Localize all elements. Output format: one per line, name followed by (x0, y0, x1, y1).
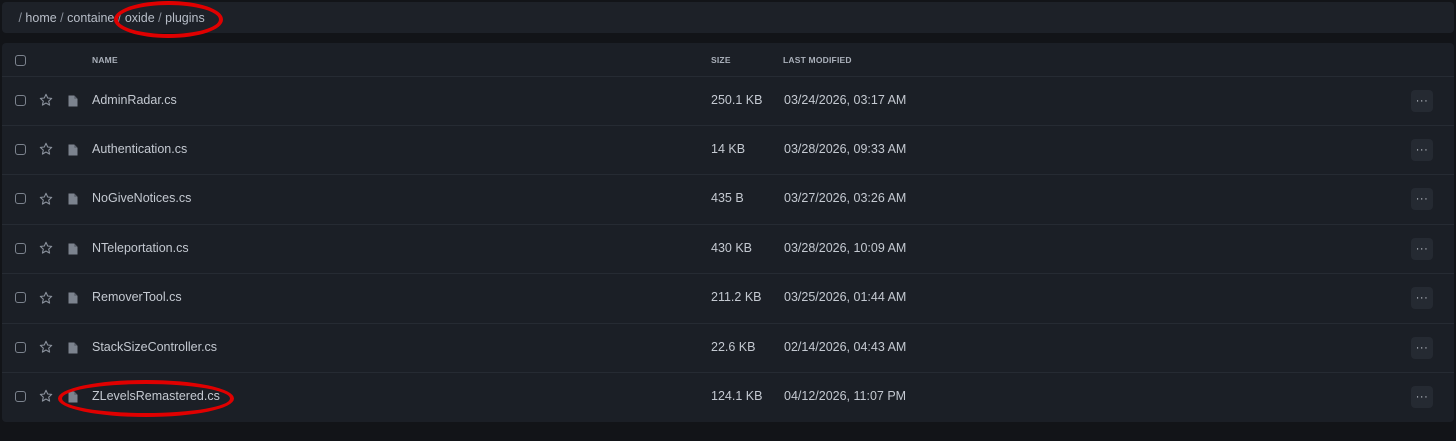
file-icon (68, 192, 78, 205)
breadcrumb-plugins[interactable]: plugins (165, 11, 205, 25)
star-icon[interactable] (39, 389, 53, 403)
table-row[interactable]: NoGiveNotices.cs 435 B 03/27/2026, 03:26 A… (2, 175, 1454, 225)
breadcrumb-separator: / (154, 10, 166, 25)
more-options-icon: ··· (1415, 193, 1429, 206)
breadcrumb-home[interactable]: home (25, 11, 56, 25)
row-checkbox[interactable] (15, 292, 26, 304)
file-name[interactable]: NoGiveNotices.cs (92, 191, 191, 205)
more-options-button[interactable]: ··· (1411, 237, 1433, 260)
more-options-button[interactable]: ··· (1411, 138, 1433, 161)
row-checkbox[interactable] (15, 390, 26, 402)
breadcrumb-separator: / (114, 10, 125, 25)
more-options-button[interactable]: ··· (1411, 385, 1433, 408)
breadcrumb-bar: / home / containe / oxide / plugins (2, 2, 1454, 33)
breadcrumb-separator: / (56, 10, 68, 25)
file-name[interactable]: StackSizeController.cs (92, 340, 217, 354)
star-icon[interactable] (39, 192, 53, 206)
file-icon (68, 341, 78, 353)
file-size: 430 KB (711, 240, 753, 255)
file-icon (68, 94, 78, 106)
breadcrumb-container[interactable]: containe (67, 11, 114, 25)
row-checkbox[interactable] (15, 242, 26, 254)
file-size: 124.1 KB (711, 388, 763, 403)
row-checkbox[interactable] (15, 143, 26, 155)
table-row[interactable]: ZLevelsRemastered.cs 124.1 KB 04/12/2026, … (2, 372, 1454, 421)
breadcrumb-oxide[interactable]: oxide (125, 11, 155, 25)
file-icon (68, 143, 78, 156)
file-modified: 03/28/2026, 09:33 AM (784, 141, 907, 156)
file-name[interactable]: ZLevelsRemastered.cs (92, 389, 220, 403)
table-row[interactable]: AdminRadar.cs 250.1 KB 03/24/2026, 03:17 A… (2, 76, 1454, 126)
row-checkbox[interactable] (15, 341, 26, 353)
more-options-icon: ··· (1415, 94, 1429, 107)
star-icon[interactable] (39, 241, 53, 255)
column-header-size[interactable]: SIZE (711, 55, 731, 65)
star-icon[interactable] (39, 142, 53, 156)
file-size: 250.1 KB (711, 92, 763, 107)
file-modified: 03/28/2026, 10:09 AM (784, 240, 907, 255)
file-size: 435 B (711, 191, 744, 206)
breadcrumb: / home / containe / oxide / plugins (15, 10, 205, 25)
file-modified: 02/14/2026, 04:43 AM (784, 339, 907, 354)
table-row[interactable]: RemoverTool.cs 211.2 KB 03/25/2026, 01:44 … (2, 274, 1454, 324)
table-row[interactable]: Authentication.cs 14 KB 03/28/2026, 09:33 … (2, 125, 1454, 176)
file-name[interactable]: AdminRadar.cs (92, 93, 177, 107)
file-name[interactable]: Authentication.cs (92, 142, 187, 156)
more-options-icon: ··· (1415, 341, 1429, 354)
more-options-icon: ··· (1415, 390, 1429, 403)
file-modified: 03/25/2026, 01:44 AM (784, 290, 907, 305)
more-options-button[interactable]: ··· (1411, 89, 1433, 112)
star-icon[interactable] (39, 340, 53, 354)
star-icon[interactable] (39, 93, 53, 107)
file-size: 22.6 KB (711, 339, 756, 354)
file-name[interactable]: RemoverTool.cs (92, 290, 182, 304)
column-header-name[interactable]: NAME (92, 55, 118, 65)
file-name[interactable]: NTeleportation.cs (92, 241, 189, 255)
file-modified: 03/24/2026, 03:17 AM (784, 92, 907, 107)
star-icon[interactable] (39, 291, 53, 305)
file-icon (68, 291, 78, 304)
file-icon (68, 242, 78, 255)
file-modified: 04/12/2026, 11:07 PM (784, 388, 907, 403)
more-options-button[interactable]: ··· (1411, 287, 1433, 310)
file-icon (68, 390, 78, 403)
file-modified: 03/27/2026, 03:26 AM (784, 191, 907, 206)
row-checkbox[interactable] (15, 193, 26, 205)
table-row[interactable]: StackSizeController.cs 22.6 KB 02/14/2026,… (2, 323, 1454, 373)
file-table: NAME SIZE LAST MODIFIED AdminRadar.cs 250… (2, 43, 1454, 422)
column-header-last-modified[interactable]: LAST MODIFIED (783, 55, 852, 65)
table-row[interactable]: NTeleportation.cs 430 KB 03/28/2026, 10:09… (2, 224, 1454, 275)
select-all-checkbox[interactable] (15, 55, 26, 66)
row-checkbox[interactable] (15, 94, 26, 106)
more-options-button[interactable]: ··· (1411, 336, 1433, 359)
more-options-button[interactable]: ··· (1411, 188, 1433, 211)
breadcrumb-separator: / (15, 10, 26, 25)
file-size: 14 KB (711, 141, 746, 156)
more-options-icon: ··· (1415, 292, 1429, 305)
more-options-icon: ··· (1415, 242, 1429, 255)
file-size: 211.2 KB (711, 290, 762, 305)
more-options-icon: ··· (1415, 143, 1429, 156)
table-header: NAME SIZE LAST MODIFIED (2, 43, 1454, 77)
